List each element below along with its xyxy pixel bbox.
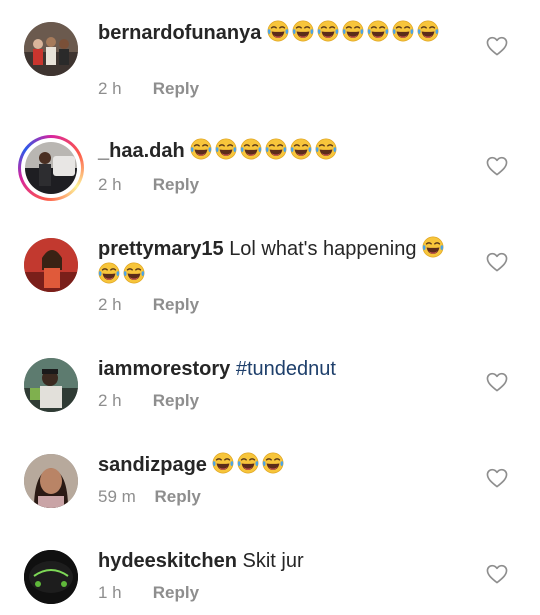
face-with-tears-of-joy-icon — [392, 20, 414, 42]
comment-meta: 1 h Reply — [98, 583, 199, 603]
emoji-group — [267, 22, 442, 44]
face-with-tears-of-joy-icon — [237, 452, 259, 474]
comment-meta: 59 m Reply — [98, 487, 201, 507]
heart-icon[interactable] — [486, 156, 508, 176]
comment-username[interactable]: prettymary15 — [98, 238, 224, 260]
face-with-tears-of-joy-icon — [265, 138, 287, 160]
face-with-tears-of-joy-icon — [262, 452, 284, 474]
comment-body: iammorestory #tundednut — [98, 356, 468, 382]
reply-button[interactable]: Reply — [155, 487, 201, 506]
reply-button[interactable]: Reply — [153, 295, 199, 314]
face-with-tears-of-joy-icon — [267, 20, 289, 42]
comment-username[interactable]: _haa.dah — [98, 140, 185, 162]
heart-icon[interactable] — [486, 252, 508, 272]
comment-body: hydeeskitchen Skit jur — [98, 548, 468, 574]
comment-text: Skit jur — [242, 550, 304, 572]
heart-icon[interactable] — [486, 36, 508, 56]
face-with-tears-of-joy-icon — [315, 138, 337, 160]
avatar[interactable] — [24, 358, 78, 412]
comment-time: 2 h — [98, 295, 122, 314]
comment-time: 2 h — [98, 79, 122, 98]
face-with-tears-of-joy-icon — [98, 262, 120, 284]
comment-meta: 2 h Reply — [98, 175, 199, 195]
comment-username[interactable]: sandizpage — [98, 454, 207, 476]
avatar[interactable] — [24, 22, 78, 76]
face-with-tears-of-joy-icon — [212, 452, 234, 474]
face-with-tears-of-joy-icon — [422, 236, 444, 258]
comment-time: 2 h — [98, 175, 122, 194]
face-with-tears-of-joy-icon — [123, 262, 145, 284]
face-with-tears-of-joy-icon — [215, 138, 237, 160]
hashtag-link[interactable]: #tundednut — [236, 358, 336, 380]
emoji-group — [190, 140, 340, 162]
comment-time: 2 h — [98, 391, 122, 410]
comment-time: 59 m — [98, 487, 136, 506]
face-with-tears-of-joy-icon — [290, 138, 312, 160]
face-with-tears-of-joy-icon — [367, 20, 389, 42]
comment-body: prettymary15 Lol what's happening — [98, 236, 468, 288]
emoji-group — [212, 454, 287, 476]
reply-button[interactable]: Reply — [153, 583, 199, 602]
comment-body: sandizpage — [98, 452, 468, 478]
comment-time: 1 h — [98, 583, 122, 602]
reply-button[interactable]: Reply — [153, 79, 199, 98]
avatar[interactable] — [18, 135, 84, 201]
comment-meta: 2 h Reply — [98, 391, 199, 411]
heart-icon[interactable] — [486, 372, 508, 392]
face-with-tears-of-joy-icon — [417, 20, 439, 42]
avatar[interactable] — [24, 454, 78, 508]
face-with-tears-of-joy-icon — [342, 20, 364, 42]
reply-button[interactable]: Reply — [153, 175, 199, 194]
face-with-tears-of-joy-icon — [190, 138, 212, 160]
face-with-tears-of-joy-icon — [292, 20, 314, 42]
avatar[interactable] — [24, 550, 78, 604]
comment-username[interactable]: hydeeskitchen — [98, 550, 237, 572]
comment-body: bernardofunanya — [98, 20, 468, 46]
heart-icon[interactable] — [486, 564, 508, 584]
comment-username[interactable]: iammorestory — [98, 358, 230, 380]
comment-text: Lol what's happening — [229, 238, 417, 260]
comment-meta: 2 h Reply — [98, 295, 199, 315]
heart-icon[interactable] — [486, 468, 508, 488]
face-with-tears-of-joy-icon — [317, 20, 339, 42]
avatar[interactable] — [24, 238, 78, 292]
face-with-tears-of-joy-icon — [240, 138, 262, 160]
comment-meta: 2 h Reply — [98, 79, 199, 99]
comment-body: _haa.dah — [98, 138, 468, 164]
comment-username[interactable]: bernardofunanya — [98, 22, 261, 44]
reply-button[interactable]: Reply — [153, 391, 199, 410]
